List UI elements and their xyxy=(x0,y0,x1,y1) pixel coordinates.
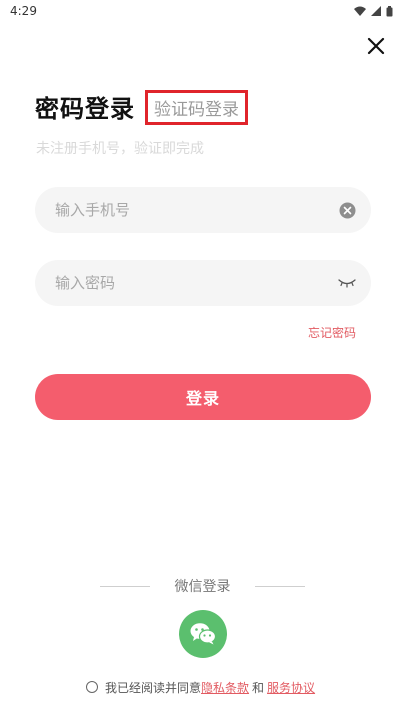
login-mode-tabs: 密码登录 验证码登录 xyxy=(35,88,248,125)
forgot-password-link[interactable]: 忘记密码 xyxy=(308,324,356,341)
status-icons xyxy=(354,5,393,17)
service-agreement-link[interactable]: 服务协议 xyxy=(267,679,315,696)
wechat-login-label: 微信登录 xyxy=(174,579,231,595)
password-field xyxy=(35,260,371,306)
close-button[interactable] xyxy=(364,34,388,58)
divider-line-right xyxy=(255,585,305,587)
status-time: 4:29 xyxy=(10,4,37,18)
agreement-text: 我已经阅读并同意 xyxy=(105,680,202,695)
third-party-divider: 微信登录 xyxy=(100,576,305,596)
close-icon xyxy=(367,37,385,55)
tab-password-login[interactable]: 密码登录 xyxy=(35,89,135,124)
wechat-login-button[interactable] xyxy=(179,610,227,658)
agreement-row: 我已经阅读并同意 隐私条款 和 服务协议 xyxy=(86,678,315,696)
login-button[interactable]: 登录 xyxy=(35,374,371,420)
phone-field xyxy=(35,187,371,233)
agreement-radio[interactable] xyxy=(86,681,98,693)
phone-input[interactable] xyxy=(55,201,337,219)
eye-closed-icon[interactable] xyxy=(337,273,357,293)
wifi-icon xyxy=(354,6,366,16)
privacy-policy-link[interactable]: 隐私条款 xyxy=(201,679,249,696)
subtitle-hint: 未注册手机号，验证即完成 xyxy=(36,141,204,157)
password-input[interactable] xyxy=(55,274,337,292)
login-screen: 4:29 密码登录 验证码登录 未注册手机号，验证即完成 输入手机号 忘记密码 … xyxy=(0,0,405,720)
divider-line-left xyxy=(100,585,150,587)
clear-icon[interactable] xyxy=(337,200,357,220)
signal-icon xyxy=(371,6,381,16)
battery-icon xyxy=(386,5,393,17)
wechat-icon xyxy=(190,623,217,645)
agreement-conjunction: 和 xyxy=(252,680,265,695)
tab-sms-login[interactable]: 验证码登录 xyxy=(145,89,248,125)
status-bar: 4:29 xyxy=(0,0,405,22)
